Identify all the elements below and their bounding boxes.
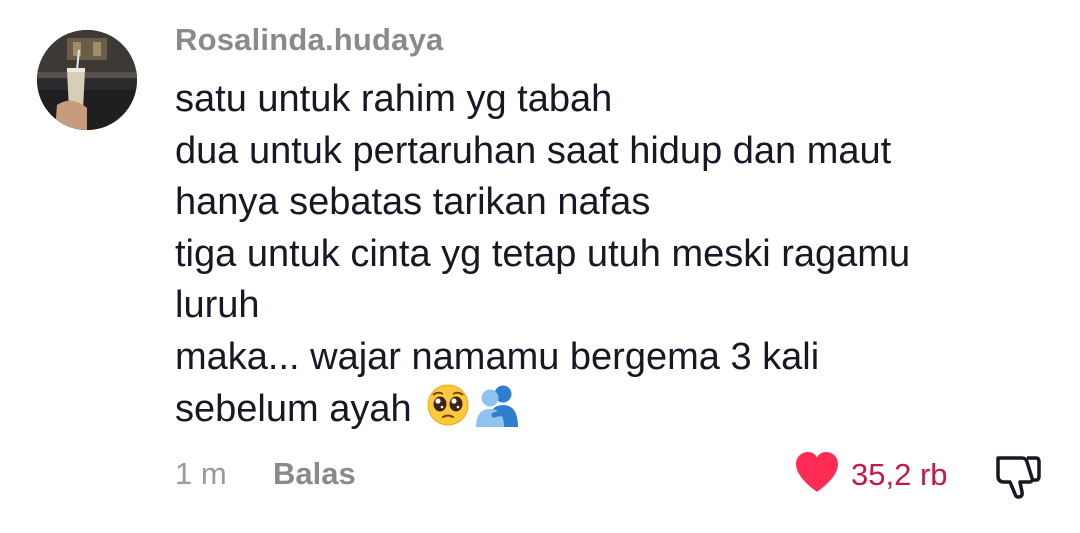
avatar-image (37, 30, 137, 130)
thumbs-down-icon[interactable] (992, 456, 1044, 504)
comment-line: dua untuk pertaruhan saat hidup dan maut (175, 129, 892, 172)
dislike-button[interactable] (992, 452, 1044, 505)
like-button[interactable]: 35,2 rb (793, 450, 948, 499)
comment-text: satu untuk rahim yg tabah dua untuk pert… (175, 74, 1055, 442)
heart-icon[interactable] (793, 450, 841, 499)
comment-line: hanya sebatas tarikan nafas (175, 181, 651, 223)
people-hugging-emoji (474, 383, 520, 442)
comment-item: Rosalinda.hudaya satu untuk rahim yg tab… (0, 0, 1080, 533)
comment-line: tiga untuk cinta yg tetap utuh meski rag… (175, 232, 911, 275)
comment-line: maka... wajar namamu bergema 3 kali (175, 335, 820, 378)
pleading-face-emoji (426, 383, 470, 442)
comment-timestamp: 1 m (175, 456, 227, 491)
like-count: 35,2 rb (851, 456, 948, 492)
comment-last-line: sebelum ayah (175, 383, 1055, 442)
comment-line: luruh (175, 284, 260, 326)
comment-line: sebelum ayah (175, 388, 412, 430)
avatar[interactable] (37, 30, 137, 130)
comment-line: satu untuk rahim yg tabah (175, 78, 613, 120)
reply-button[interactable]: Balas (273, 456, 356, 492)
comment-username[interactable]: Rosalinda.hudaya (175, 22, 444, 58)
